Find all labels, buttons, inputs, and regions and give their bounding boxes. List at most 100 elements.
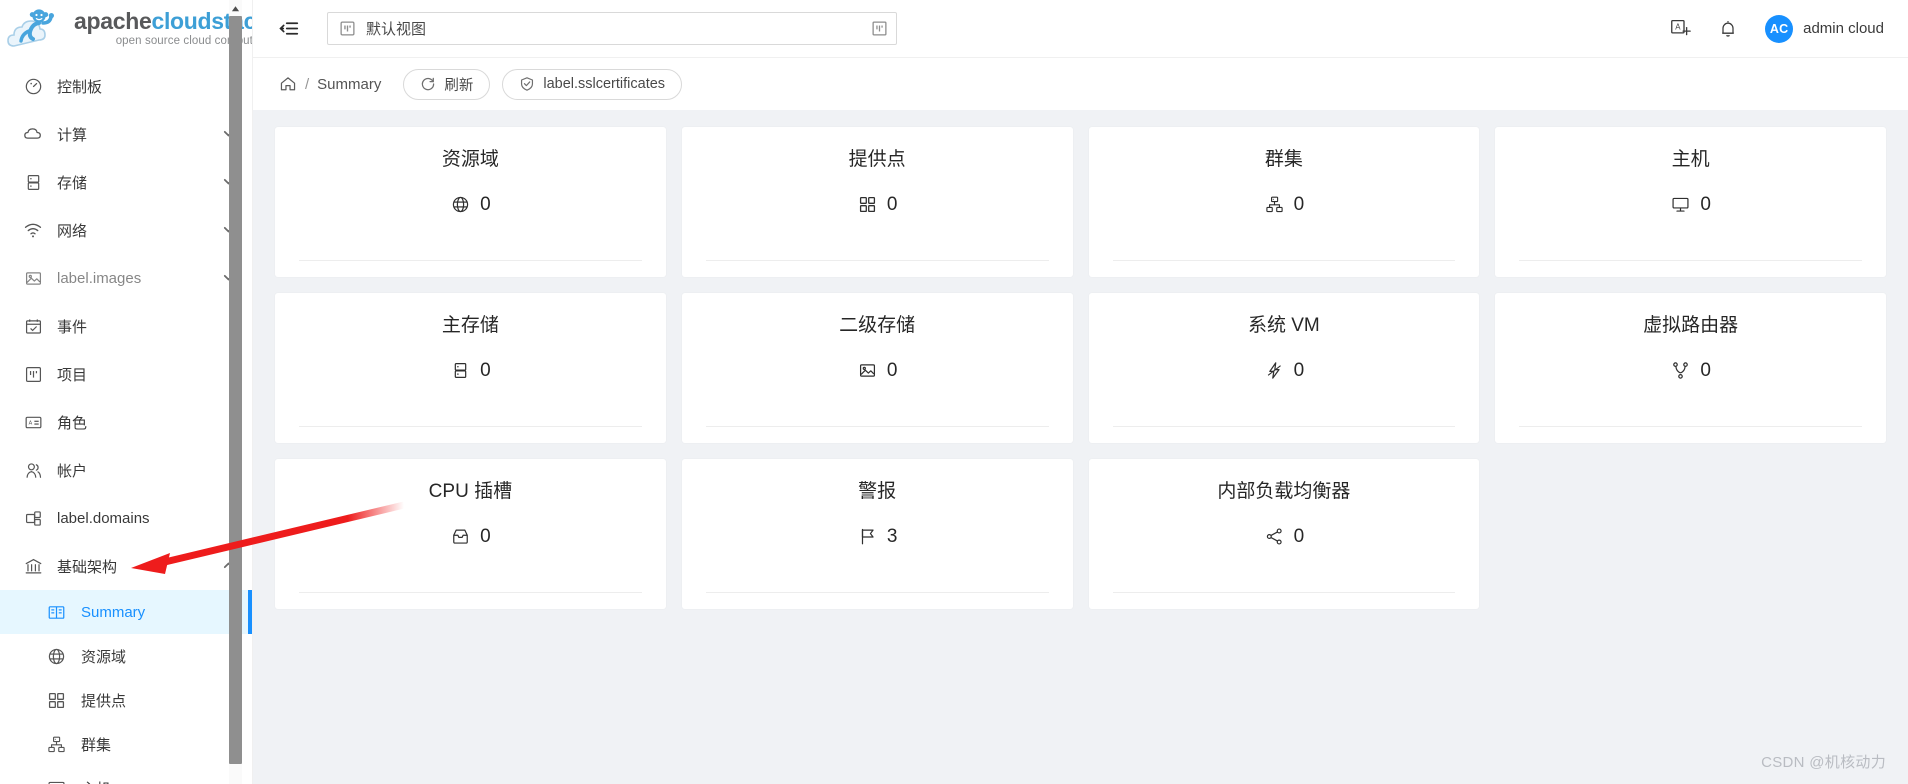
- sidebar-item-[interactable]: 资源域: [0, 634, 252, 678]
- picture-icon: [22, 267, 44, 289]
- safety-certificate-icon: [519, 76, 535, 92]
- share-alt-icon: [1264, 526, 1285, 547]
- summary-card-value: 0: [1700, 359, 1711, 381]
- summary-card-value: 0: [480, 193, 491, 215]
- translate-icon[interactable]: A: [1669, 18, 1691, 40]
- sidebar-scrollbar-thumb[interactable]: [229, 16, 242, 764]
- breadcrumb-current[interactable]: Summary: [317, 76, 381, 93]
- sidebar-item-summary[interactable]: Summary: [0, 590, 252, 634]
- bank-icon: [22, 555, 44, 577]
- sidebar-item-label: 群集: [81, 736, 112, 754]
- desktop-icon: [1670, 194, 1691, 215]
- summary-card-divider: [299, 592, 642, 593]
- sidebar-item-label: 控制板: [57, 78, 103, 96]
- sidebar-item-[interactable]: 网络: [0, 206, 252, 254]
- summary-card-divider: [1112, 260, 1456, 261]
- summary-card[interactable]: CPU 插槽 0: [275, 459, 666, 609]
- sidebar-item-label: 基础架构: [57, 558, 118, 576]
- summary-card[interactable]: 主存储 0: [275, 293, 666, 443]
- user-menu[interactable]: AC admin cloud: [1765, 14, 1884, 43]
- menu-fold-icon[interactable]: [271, 12, 305, 46]
- refresh-button-label: 刷新: [444, 77, 474, 94]
- sidebar-item-[interactable]: 项目: [0, 350, 252, 398]
- summary-card-divider: [1519, 260, 1862, 261]
- sslcertificates-button-label: label.sslcertificates: [543, 76, 666, 92]
- summary-card-metric: 0: [1264, 525, 1305, 548]
- sidebar-item-[interactable]: 帐户: [0, 446, 252, 494]
- sidebar-item-label-images[interactable]: label.images: [0, 254, 252, 302]
- summary-card[interactable]: 内部负载均衡器 0: [1088, 459, 1480, 609]
- summary-card-metric: 0: [857, 194, 897, 216]
- scroll-up-arrow-icon[interactable]: [229, 2, 242, 15]
- sidebar-item-[interactable]: 提供点: [0, 678, 252, 722]
- read-icon: [45, 601, 67, 623]
- summary-card-metric: 0: [1264, 194, 1304, 216]
- summary-card[interactable]: 资源域 0: [275, 127, 666, 277]
- app-root: apachecloudstack open source cloud compu…: [0, 0, 1908, 784]
- breadcrumb-actions: 刷新 label.sslcertificates: [403, 68, 683, 100]
- brand-wordmark: apachecloudstack open source cloud compu…: [74, 10, 252, 48]
- summary-card-divider: [299, 260, 642, 261]
- sidebar-item-label: 帐户: [57, 462, 88, 480]
- sidebar-item-label: Summary: [81, 603, 146, 621]
- sidebar-item-label-domains[interactable]: label.domains: [0, 494, 252, 542]
- summary-card-divider: [705, 426, 1049, 427]
- database-icon: [22, 171, 44, 193]
- project-view-icon[interactable]: [865, 14, 894, 43]
- summary-card-value: 0: [480, 359, 491, 381]
- summary-card-value: 0: [886, 359, 898, 381]
- summary-card-title: 群集: [1264, 149, 1303, 170]
- summary-card[interactable]: 系统 VM 0: [1088, 293, 1480, 443]
- sidebar-item-label: 资源域: [81, 648, 127, 666]
- svg-text:A: A: [28, 420, 32, 426]
- calendar-check-icon: [22, 315, 44, 337]
- sidebar-item-[interactable]: 群集: [0, 722, 252, 766]
- summary-card-divider: [1519, 426, 1862, 427]
- summary-card[interactable]: 警报 3: [681, 459, 1073, 609]
- bell-icon[interactable]: [1717, 18, 1739, 40]
- watermark: CSDN @机核动力: [1761, 754, 1886, 771]
- globe-icon: [450, 194, 471, 215]
- sidebar-item-label: 计算: [57, 126, 88, 144]
- sslcertificates-button[interactable]: label.sslcertificates: [502, 68, 683, 100]
- project-icon: [339, 20, 356, 37]
- sidebar-item-[interactable]: 计算: [0, 110, 252, 158]
- summary-card-title: 二级存储: [839, 315, 916, 336]
- cluster-icon: [45, 733, 67, 755]
- summary-card-metric: 0: [1670, 194, 1711, 216]
- summary-card-value: 3: [886, 525, 898, 547]
- sidebar-item-[interactable]: 基础架构: [0, 542, 252, 590]
- sidebar-item-[interactable]: 主机: [0, 766, 252, 784]
- sidebar-menu: 控制板计算存储 网络 label.images 事件项目 A 角色帐户 label.doma…: [0, 58, 252, 784]
- sidebar-item-[interactable]: A 角色: [0, 398, 252, 446]
- summary-content: 资源域 0 提供点 0 群集 0 主机 0 主存储 0 二级存储 0 系统 VM 0 虚拟路由器 0 CPU 插…: [253, 110, 1908, 784]
- summary-card-title: 资源域: [441, 149, 499, 170]
- appstore-icon: [45, 689, 67, 711]
- search-input[interactable]: 默认视图: [327, 12, 897, 45]
- summary-card[interactable]: 二级存储 0: [681, 293, 1073, 443]
- home-icon[interactable]: [279, 75, 297, 93]
- summary-card[interactable]: 群集 0: [1088, 127, 1480, 277]
- top-bar-right: A AC admin cloud: [1669, 14, 1884, 43]
- sidebar-item-[interactable]: 控制板: [0, 62, 252, 110]
- top-bar: 默认视图 A AC admin cloud: [253, 0, 1908, 58]
- id-card-icon: A: [22, 411, 44, 433]
- brand-logo[interactable]: apachecloudstack open source cloud compu…: [0, 0, 252, 58]
- summary-card-value: 0: [480, 525, 491, 547]
- summary-card-title: 内部负载均衡器: [1217, 481, 1351, 502]
- refresh-button[interactable]: 刷新: [403, 68, 491, 100]
- summary-card[interactable]: 主机 0: [1495, 127, 1886, 277]
- summary-card-value: 0: [1293, 525, 1305, 547]
- breadcrumb-bar: / Summary 刷新 label.sslcertificates: [253, 58, 1908, 110]
- sidebar-item-[interactable]: 存储: [0, 158, 252, 206]
- sidebar-item-label: 项目: [57, 366, 88, 384]
- desktop-icon: [45, 777, 67, 784]
- summary-card-title: CPU 插槽: [428, 481, 513, 502]
- project-icon: [22, 363, 44, 385]
- summary-card[interactable]: 虚拟路由器 0: [1495, 293, 1886, 443]
- cloudstack-monkey-logo-icon: [6, 4, 72, 54]
- sidebar-item-[interactable]: 事件: [0, 302, 252, 350]
- summary-card[interactable]: 提供点 0: [681, 127, 1073, 277]
- summary-card-divider: [1112, 592, 1456, 593]
- appstore-icon: [857, 194, 878, 215]
